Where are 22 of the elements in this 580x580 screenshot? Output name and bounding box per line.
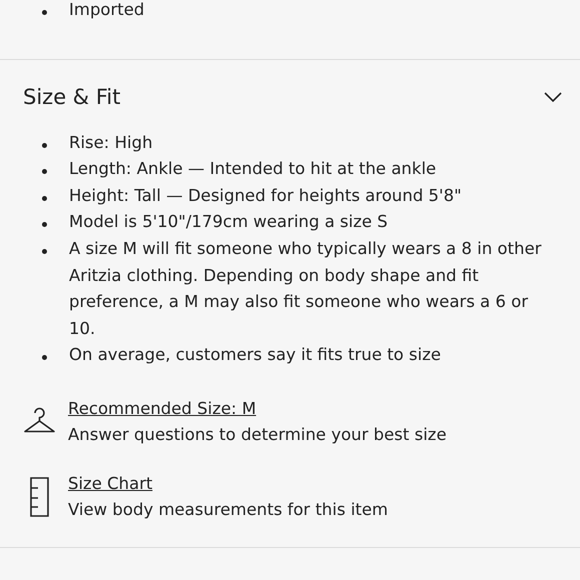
tool-description: Answer questions to determine your best size bbox=[68, 424, 446, 446]
bullet-icon bbox=[42, 222, 47, 228]
section-title: Size & Fit bbox=[23, 84, 120, 109]
bullet-icon bbox=[42, 248, 47, 254]
ruler-icon bbox=[30, 476, 48, 517]
list-item-text: Rise: High bbox=[69, 132, 154, 154]
size-link[interactable]: Size Chart bbox=[68, 470, 152, 497]
size-link[interactable]: Recommended Size: M bbox=[68, 396, 256, 422]
tool-description: View body measurements for this item bbox=[68, 498, 388, 521]
list-item-text: Length: Ankle — Intended to hit at the ankle bbox=[69, 158, 438, 180]
list-item-text: On average, customers say it fits true to size bbox=[69, 344, 442, 366]
accordion-header[interactable]: Size & Fit bbox=[0, 60, 580, 134]
list-item-text: Height: Tall — Designed for heights around 5'8" bbox=[69, 184, 463, 207]
chevron-icon[interactable] bbox=[544, 90, 562, 103]
bullet-icon bbox=[42, 355, 47, 360]
list-item-text: A size M will fit someone who typically wears a 8 in other Aritzia clothing. Depending on body shape and fit preference, a M may also fit someone who wears a 6 or 10. bbox=[69, 238, 542, 340]
bullet-icon bbox=[42, 196, 47, 201]
list-item-text: Model is 5'10"/179cm wearing a size S bbox=[69, 211, 389, 234]
bullet-icon bbox=[42, 10, 47, 15]
bullet-icon bbox=[42, 142, 47, 148]
bullet-icon bbox=[42, 169, 47, 174]
list-item-text: Imported bbox=[69, 0, 146, 21]
